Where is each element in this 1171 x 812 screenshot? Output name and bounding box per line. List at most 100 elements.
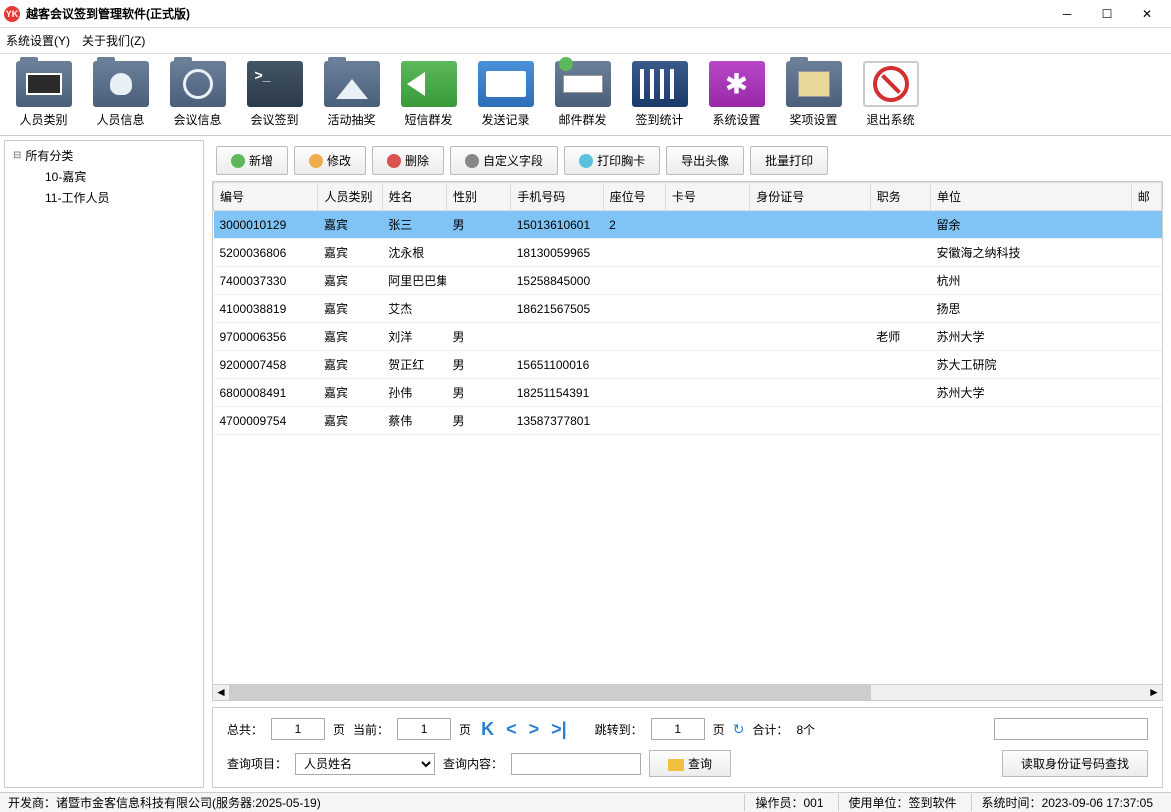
col-unit[interactable]: 单位 (930, 183, 1131, 211)
query-content-label: 查询内容： (443, 755, 503, 772)
titlebar: YK 越客会议签到管理软件(正式版) ─ ☐ ✕ (0, 0, 1171, 28)
quick-search-input[interactable] (994, 718, 1148, 740)
horizontal-scrollbar[interactable]: ◄► (212, 685, 1163, 701)
tool-settings[interactable]: 系统设置 (699, 57, 774, 132)
custom-field-button[interactable]: 自定义字段 (450, 146, 558, 175)
sum-value: 8个 (796, 721, 815, 738)
table-row[interactable]: 4700009754嘉宾蔡伟男13587377801 (214, 407, 1162, 435)
first-page-icon[interactable]: K (479, 719, 496, 740)
tool-send-log[interactable]: 发送记录 (468, 57, 543, 132)
col-sex[interactable]: 性别 (446, 183, 510, 211)
home-folder-icon (324, 61, 380, 107)
pager-panel: 总共： 页 当前： 页 K < > >| 跳转到： 页 ↻ 合计： 8个 (212, 707, 1163, 788)
jump-label: 跳转到： (595, 721, 643, 738)
table-row[interactable]: 9700006356嘉宾刘洋男老师苏州大学 (214, 323, 1162, 351)
edit-button[interactable]: 修改 (294, 146, 366, 175)
menu-about[interactable]: 关于我们(Z) (82, 32, 145, 49)
folder-icon (668, 759, 684, 771)
query-field-label: 查询项目： (227, 755, 287, 772)
col-cat[interactable]: 人员类别 (318, 183, 382, 211)
go-icon[interactable]: ↻ (733, 721, 745, 738)
unit-info: 签到软件 (909, 796, 957, 810)
tool-meeting-info[interactable]: 会议信息 (160, 57, 235, 132)
table-row[interactable]: 5200036806嘉宾沈永根18130059965安徽海之纳科技 (214, 239, 1162, 267)
custom-icon (465, 154, 479, 168)
total-pages-input[interactable] (271, 718, 325, 740)
current-label: 当前： (353, 721, 389, 738)
sms-icon (401, 61, 457, 107)
action-bar: 新增 修改 删除 自定义字段 打印胸卡 导出头像 批量打印 (208, 140, 1167, 181)
export-avatar-button[interactable]: 导出头像 (666, 146, 744, 175)
table-row[interactable]: 6800008491嘉宾孙伟男18251154391苏州大学 (214, 379, 1162, 407)
last-page-icon[interactable]: >| (549, 719, 569, 740)
tool-signin[interactable]: 会议签到 (237, 57, 312, 132)
tool-award[interactable]: 奖项设置 (776, 57, 851, 132)
tool-mail[interactable]: 邮件群发 (545, 57, 620, 132)
tool-person-info[interactable]: 人员信息 (83, 57, 158, 132)
maximize-button[interactable]: ☐ (1087, 1, 1127, 27)
tree-child-guest[interactable]: 10-嘉宾 (9, 166, 199, 187)
window-title: 越客会议签到管理软件(正式版) (26, 5, 1047, 22)
col-job[interactable]: 职务 (870, 183, 930, 211)
batch-print-button[interactable]: 批量打印 (750, 146, 828, 175)
current-page-input[interactable] (397, 718, 451, 740)
developer-info: 诸暨市金客信息科技有限公司(服务器:2025-05-19) (56, 796, 321, 810)
col-id[interactable]: 编号 (214, 183, 318, 211)
gear-icon (709, 61, 765, 107)
category-tree: 所有分类 10-嘉宾 11-工作人员 (4, 140, 204, 788)
mail-folder-icon (555, 61, 611, 107)
award-folder-icon (786, 61, 842, 107)
edit-icon (309, 154, 323, 168)
clock-folder-icon (170, 61, 226, 107)
add-button[interactable]: 新增 (216, 146, 288, 175)
operator-info: 001 (803, 796, 823, 810)
menu-settings[interactable]: 系统设置(Y) (6, 32, 70, 49)
toolbar: 人员类别 人员信息 会议信息 会议签到 活动抽奖 短信群发 发送记录 邮件群发 … (0, 54, 1171, 136)
read-id-button[interactable]: 读取身份证号码查找 (1002, 750, 1148, 777)
table-row[interactable]: 3000010129嘉宾张三男150136106012留余 (214, 211, 1162, 239)
col-name[interactable]: 姓名 (382, 183, 446, 211)
col-mail[interactable]: 邮 (1131, 183, 1161, 211)
menubar: 系统设置(Y) 关于我们(Z) (0, 28, 1171, 54)
terminal-icon (247, 61, 303, 107)
system-time: 2023-09-06 17:37:05 (1042, 796, 1153, 810)
delete-button[interactable]: 删除 (372, 146, 444, 175)
tool-sms[interactable]: 短信群发 (391, 57, 466, 132)
table-header: 编号 人员类别 姓名 性别 手机号码 座位号 卡号 身份证号 职务 单位 邮 (214, 183, 1162, 211)
next-page-icon[interactable]: > (527, 719, 542, 740)
tool-lottery[interactable]: 活动抽奖 (314, 57, 389, 132)
table-row[interactable]: 7400037330嘉宾阿里巴巴集15258845000杭州 (214, 267, 1162, 295)
statusbar: 开发商：诸暨市金客信息科技有限公司(服务器:2025-05-19) 操作员：00… (0, 792, 1171, 812)
query-field-select[interactable]: 人员姓名 (295, 753, 435, 775)
sum-label: 合计： (752, 721, 788, 738)
col-phone[interactable]: 手机号码 (511, 183, 603, 211)
add-icon (231, 154, 245, 168)
person-folder-icon (93, 61, 149, 107)
total-label: 总共： (227, 721, 263, 738)
minimize-button[interactable]: ─ (1047, 1, 1087, 27)
col-idno[interactable]: 身份证号 (750, 183, 871, 211)
prev-page-icon[interactable]: < (504, 719, 519, 740)
delete-icon (387, 154, 401, 168)
search-button[interactable]: 查询 (649, 750, 731, 777)
col-card[interactable]: 卡号 (665, 183, 749, 211)
app-logo-icon: YK (4, 6, 20, 22)
close-button[interactable]: ✕ (1127, 1, 1167, 27)
query-content-input[interactable] (511, 753, 641, 775)
tree-root[interactable]: 所有分类 (9, 145, 199, 166)
print-icon (579, 154, 593, 168)
data-table[interactable]: 编号 人员类别 姓名 性别 手机号码 座位号 卡号 身份证号 职务 单位 邮 3… (212, 181, 1163, 685)
jump-page-input[interactable] (651, 718, 705, 740)
table-row[interactable]: 4100038819嘉宾艾杰18621567505扬思 (214, 295, 1162, 323)
tool-stats[interactable]: 签到统计 (622, 57, 697, 132)
exit-icon (863, 61, 919, 107)
tree-child-staff[interactable]: 11-工作人员 (9, 187, 199, 208)
monitor-icon (478, 61, 534, 107)
col-seat[interactable]: 座位号 (603, 183, 665, 211)
print-badge-button[interactable]: 打印胸卡 (564, 146, 660, 175)
stats-icon (632, 61, 688, 107)
photo-folder-icon (16, 61, 72, 107)
tool-exit[interactable]: 退出系统 (853, 57, 928, 132)
tool-person-category[interactable]: 人员类别 (6, 57, 81, 132)
table-row[interactable]: 9200007458嘉宾贺正红男15651100016苏大工研院 (214, 351, 1162, 379)
